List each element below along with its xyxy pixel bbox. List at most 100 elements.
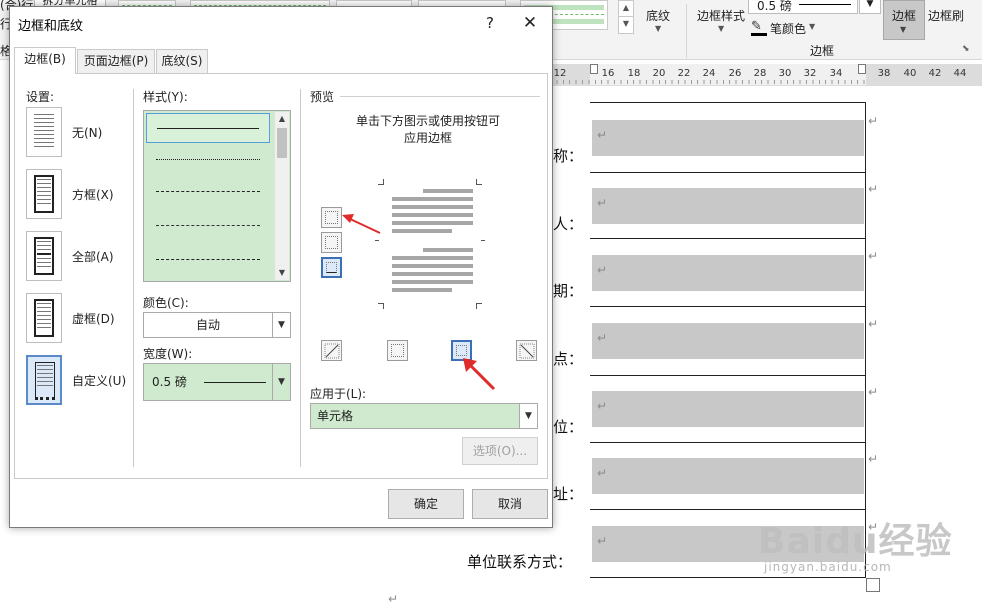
scroll-thumb[interactable] — [277, 128, 287, 158]
width-dropdown[interactable]: 0.5 磅 ▼ — [143, 363, 291, 401]
borders-button[interactable]: 边框 ▼ — [883, 0, 925, 40]
width-title: 宽度(W): — [143, 347, 193, 361]
line-style-dash-dot[interactable] — [146, 245, 270, 275]
crop-mark — [378, 303, 384, 309]
table-cell[interactable] — [592, 391, 864, 427]
dialog-launcher-icon[interactable]: ⬊ — [962, 44, 970, 54]
cancel-button[interactable]: 取消 — [472, 489, 548, 519]
all-border-icon — [26, 231, 62, 281]
pen-weight-dropdown[interactable]: 0.5 磅 — [748, 0, 858, 14]
chevron-down-icon[interactable]: ▼ — [275, 266, 289, 280]
preview-title: 预览 — [310, 90, 335, 104]
chevron-down-icon: ▼ — [519, 404, 537, 428]
table-row-border — [590, 509, 866, 510]
ribbon-separator — [686, 4, 687, 58]
ruler-number: 42 — [928, 68, 942, 79]
preview-hint-line1: 单击下方图示或使用按钮可 — [355, 114, 500, 128]
ruler-number: 44 — [953, 68, 967, 79]
pen-weight-value: 0.5 磅 — [757, 0, 792, 13]
chevron-down-icon[interactable]: ▼ — [859, 0, 881, 14]
color-dropdown[interactable]: 自动 ▼ — [143, 312, 291, 338]
form-label: 单位联系方式： — [467, 553, 573, 571]
line-style-solid[interactable] — [146, 113, 270, 143]
line-style-dotted[interactable] — [146, 145, 270, 175]
style-scrollbar[interactable]: ▲ ▼ — [275, 112, 289, 280]
paragraph-mark: ↵ — [597, 331, 608, 345]
paragraph-mark: ↵ — [597, 196, 608, 210]
paragraph-mark: ↵ — [597, 399, 608, 413]
line-style-list[interactable]: ▲ ▼ — [143, 110, 291, 282]
pen-color-button[interactable]: 笔颜色 — [770, 20, 806, 37]
top-border-button[interactable] — [321, 207, 342, 228]
chevron-down-icon: ▼ — [272, 313, 290, 337]
ruler-number: 34 — [829, 68, 843, 79]
tab-borders[interactable]: 边框(B) — [14, 47, 76, 74]
options-button[interactable]: 选项(O)... — [462, 437, 538, 465]
paragraph-mark: ↵ — [597, 466, 608, 480]
inside-horizontal-border-button[interactable] — [321, 232, 342, 253]
table-row-border — [590, 102, 866, 103]
paragraph-mark: ↵ — [868, 182, 879, 196]
diagonal-down-border-button[interactable] — [516, 340, 537, 361]
table-cell[interactable] — [592, 323, 864, 359]
form-label: 称： — [553, 147, 584, 165]
crop-mark — [375, 240, 379, 241]
watermark-url: jingyan.baidu.com — [764, 560, 892, 574]
ruler-indent-marker[interactable] — [590, 64, 598, 74]
crop-mark — [481, 240, 485, 241]
table-cell[interactable] — [592, 188, 864, 224]
crop-mark — [476, 179, 482, 185]
close-button[interactable]: ✕ — [515, 10, 545, 36]
line-style-dashed[interactable] — [146, 177, 270, 207]
ruler-number: 28 — [753, 68, 767, 79]
bottom-border-icon — [326, 262, 337, 273]
ruler-number: 38 — [877, 68, 891, 79]
table-row-border — [590, 442, 866, 443]
paragraph-mark: ↵ — [868, 385, 879, 399]
chevron-up-icon[interactable]: ▲ — [275, 112, 289, 126]
tab-page-border[interactable]: 页面边框(P) — [77, 49, 155, 73]
ok-button[interactable]: 确定 — [388, 489, 464, 519]
setting-label: 自定义(U) — [72, 374, 127, 388]
paragraph-mark: ↵ — [597, 263, 608, 277]
chevron-down-icon[interactable]: ▼ — [718, 24, 724, 33]
apply-to-dropdown[interactable]: 单元格 ▼ — [310, 403, 538, 429]
paragraph-mark: ↵ — [868, 249, 879, 263]
pen-weight-line — [799, 4, 851, 5]
form-label: 位： — [553, 418, 584, 436]
table-cell[interactable] — [592, 120, 864, 156]
left-border-button[interactable] — [387, 340, 408, 361]
form-label: 点： — [553, 350, 584, 368]
inside-horizontal-border-icon — [325, 236, 338, 249]
table-cell[interactable] — [592, 458, 864, 494]
preview-title-rule — [340, 96, 540, 97]
paragraph-mark: ↵ — [868, 114, 879, 128]
annotation-arrow-icon — [342, 214, 381, 234]
shading-button[interactable]: 底纹 — [646, 7, 670, 24]
apply-to-title: 应用于(L): — [310, 387, 367, 401]
border-painter-button[interactable]: 边框刷 — [928, 7, 964, 24]
line-style-long-dashed[interactable] — [146, 211, 270, 241]
chevron-down-icon[interactable]: ▼ — [619, 17, 633, 33]
border-styles-button[interactable]: 边框样式 — [697, 7, 745, 24]
help-button[interactable]: ? — [477, 10, 503, 36]
chevron-down-icon[interactable]: ▼ — [809, 22, 815, 31]
border-preview[interactable] — [375, 179, 485, 309]
diagonal-up-border-button[interactable] — [321, 340, 342, 361]
tab-shading[interactable]: 底纹(S) — [156, 49, 208, 73]
none-border-icon — [26, 107, 62, 157]
crop-mark — [378, 179, 384, 185]
table-cell[interactable] — [592, 255, 864, 291]
chevron-up-icon[interactable]: ▲ — [619, 1, 633, 17]
form-label: 人： — [553, 215, 584, 233]
ruler-indent-marker[interactable] — [858, 64, 866, 74]
chevron-down-icon[interactable]: ▼ — [655, 24, 661, 33]
ruler-number: 20 — [652, 68, 666, 79]
gallery-scroll[interactable]: ▲ ▼ — [618, 0, 634, 34]
table-row-border — [590, 172, 866, 173]
form-label: 址： — [553, 485, 584, 503]
bottom-border-button[interactable] — [321, 257, 342, 278]
ruler-number: 32 — [803, 68, 817, 79]
chevron-down-icon: ▼ — [272, 364, 290, 400]
setting-label: 方框(X) — [72, 188, 114, 202]
